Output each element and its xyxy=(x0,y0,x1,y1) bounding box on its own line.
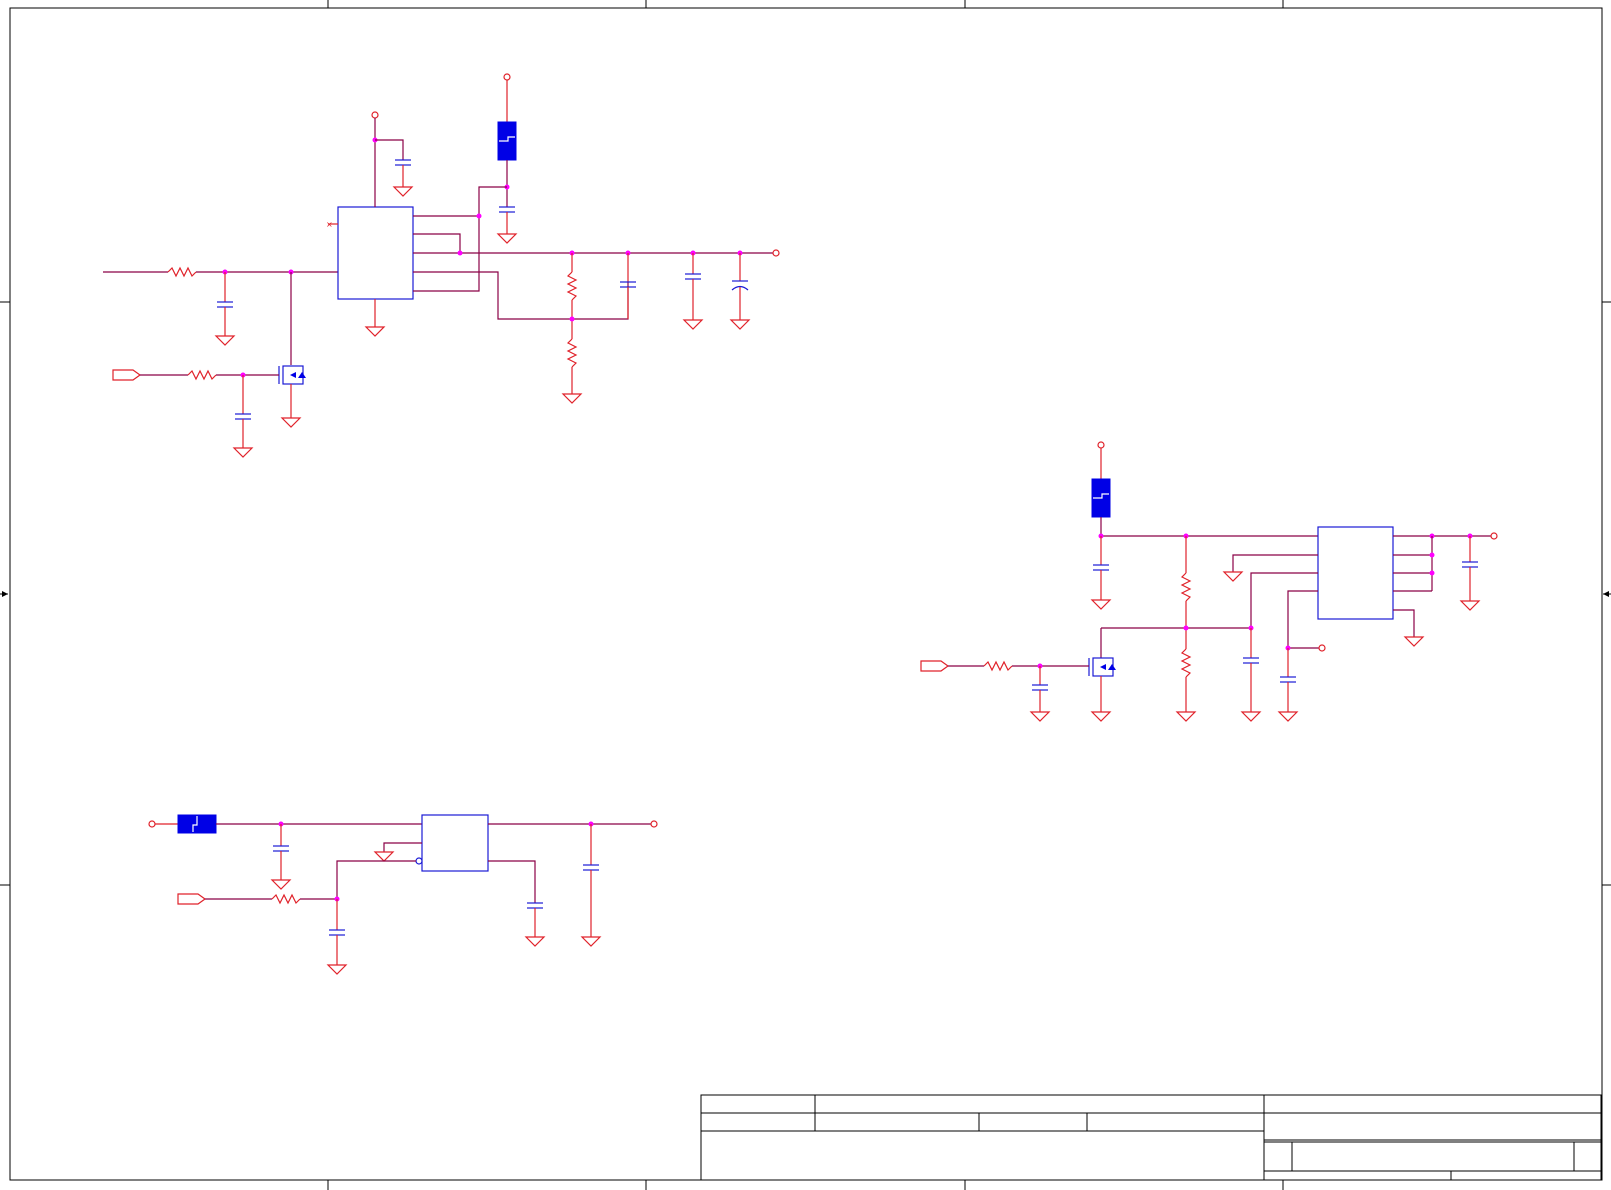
capacitor-c16 xyxy=(524,902,546,947)
capacitor-c14 xyxy=(326,899,348,975)
capacitor-c6 xyxy=(682,253,704,330)
net-port-in3 xyxy=(177,893,207,905)
schematic-sheet: × xyxy=(0,0,1611,1190)
capacitor-c11 xyxy=(1029,666,1051,722)
mosfet-q1 xyxy=(278,365,306,428)
capacitor-c3 xyxy=(392,159,414,197)
svg-text:×: × xyxy=(326,220,333,229)
capacitor-c15 xyxy=(580,824,602,947)
ic-u1: × xyxy=(326,206,414,337)
capacitor-c12 xyxy=(1459,536,1481,611)
capacitor-c13 xyxy=(270,824,292,890)
mosfet-q2 xyxy=(1088,657,1116,722)
fuse-f2 xyxy=(1091,478,1111,518)
net-port-in1 xyxy=(112,369,142,381)
fuse-f3 xyxy=(177,814,217,834)
capacitor-c2 xyxy=(232,375,254,458)
capacitor-c1 xyxy=(214,272,236,346)
fuse-f1 xyxy=(497,121,517,161)
resistor-r3 xyxy=(561,338,583,404)
resistor-r2 xyxy=(566,253,578,339)
capacitor-c7-polarized xyxy=(729,253,751,330)
title-block xyxy=(700,1094,1602,1181)
right-regulator xyxy=(920,441,1498,722)
capacitor-c9 xyxy=(1277,648,1299,722)
capacitor-c8 xyxy=(1090,536,1112,610)
sheet-border xyxy=(0,0,1611,1190)
schematic-canvas: × xyxy=(0,0,1611,1190)
capacitor-c10 xyxy=(1240,628,1262,722)
ic-u3 xyxy=(415,814,489,872)
resistor-r4 xyxy=(1180,536,1192,649)
ic-u2 xyxy=(1317,526,1394,620)
resistor-r5 xyxy=(1175,648,1197,722)
resistor-r1 xyxy=(167,266,197,278)
top-left-regulator: × xyxy=(103,73,780,458)
capacitor-c4 xyxy=(496,206,518,244)
net-port-in2 xyxy=(920,660,950,672)
bottom-left-regulator xyxy=(148,814,658,975)
